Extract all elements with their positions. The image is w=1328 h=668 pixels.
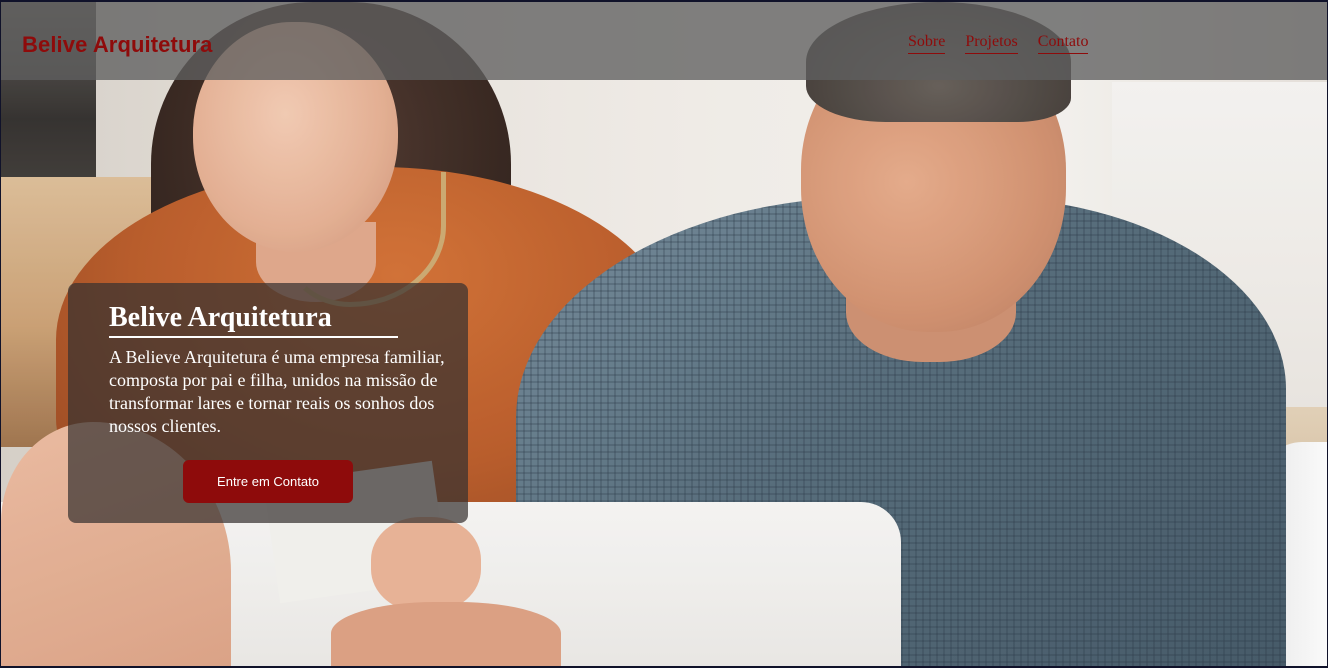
nav-link-projetos[interactable]: Projetos bbox=[965, 33, 1018, 54]
site-header: Belive Arquitetura Sobre Projetos Contat… bbox=[1, 2, 1327, 80]
intro-description: A Believe Arquitetura é uma empresa fami… bbox=[109, 347, 445, 436]
intro-title: Belive Arquitetura bbox=[109, 301, 398, 338]
page: Belive Arquitetura Sobre Projetos Contat… bbox=[1, 2, 1327, 666]
nav-link-sobre[interactable]: Sobre bbox=[908, 33, 946, 54]
nav-link-contato[interactable]: Contato bbox=[1037, 33, 1089, 54]
main-nav: Sobre Projetos Contato bbox=[908, 33, 1089, 54]
contact-cta-button[interactable]: Entre em Contato bbox=[183, 460, 353, 503]
brand-logo[interactable]: Belive Arquitetura bbox=[22, 32, 212, 58]
intro-card: Belive Arquitetura A Believe Arquitetura… bbox=[68, 283, 468, 523]
